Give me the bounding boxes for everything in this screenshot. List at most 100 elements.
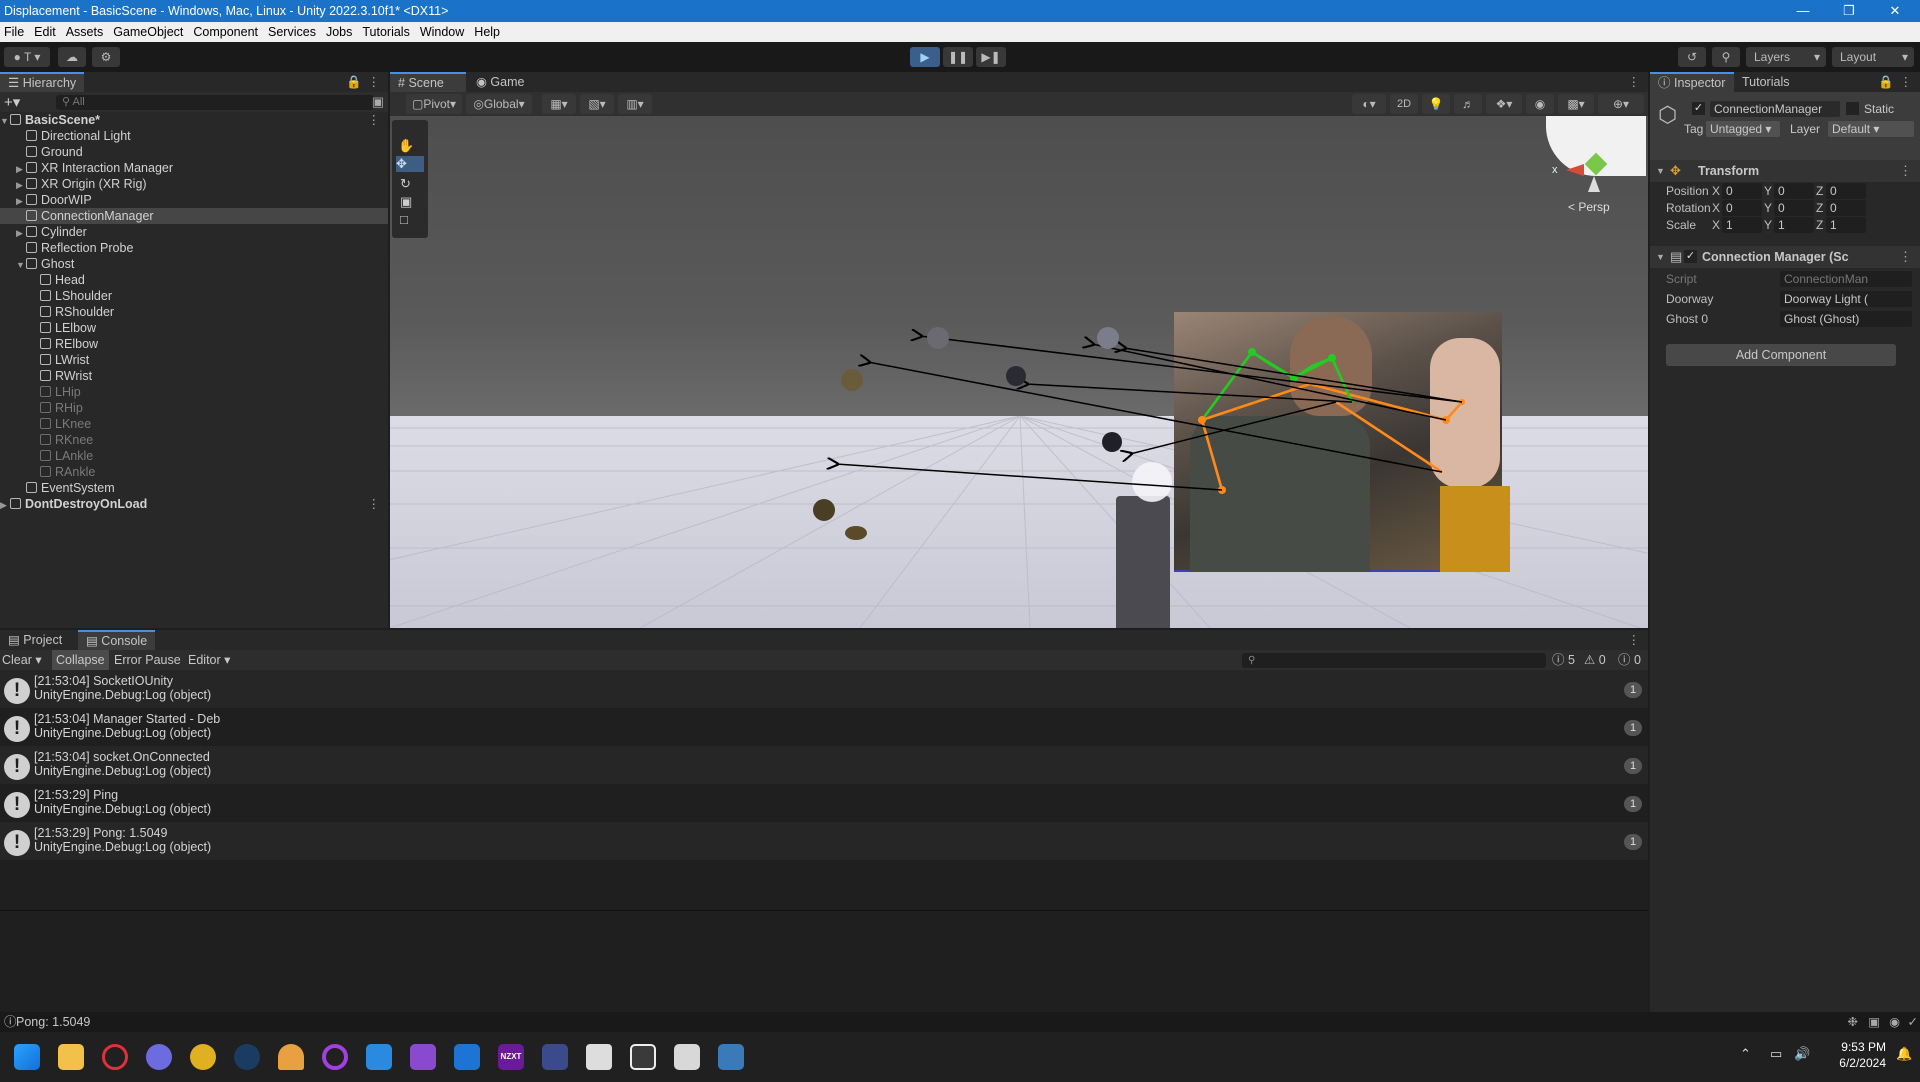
visual-studio-icon[interactable] — [410, 1044, 436, 1070]
camera-icon[interactable]: ▩▾ — [1558, 94, 1594, 114]
hierarchy-row[interactable]: LHip — [0, 384, 388, 400]
hierarchy-row[interactable]: Ground — [0, 144, 388, 160]
console-log-entry[interactable]: ! [21:53:04] socket.OnConnected UnityEngin… — [0, 746, 1648, 784]
add-icon[interactable]: +▾ — [4, 93, 20, 111]
snap-increment-icon[interactable]: ▥▾ — [618, 94, 652, 114]
transform-header[interactable]: ▼ ✥ Transform ⋮ — [1650, 160, 1920, 182]
cloud-icon[interactable]: ☁ — [58, 47, 86, 67]
expand-arrow-icon[interactable]: ▼ — [0, 113, 10, 129]
menu-jobs[interactable]: Jobs — [322, 22, 358, 42]
clock-time[interactable]: 9:53 PM — [1834, 1040, 1886, 1054]
hierarchy-row[interactable]: Directional Light — [0, 128, 388, 144]
error-count-toggle[interactable]: ⓘ 0 — [1618, 650, 1641, 670]
transform-rotation-z-field[interactable]: 0 — [1826, 200, 1866, 216]
editor-dropdown[interactable]: Editor ▾ — [188, 650, 230, 670]
maximize-icon[interactable]: ❐ — [1826, 0, 1872, 22]
scene-more-icon[interactable]: ⋮ — [1628, 72, 1641, 92]
progress-icon[interactable]: ◉ — [1889, 1012, 1900, 1032]
hierarchy-row[interactable]: RAnkle — [0, 464, 388, 480]
check-icon[interactable]: ✓ — [1908, 1012, 1918, 1032]
file-explorer-icon[interactable] — [58, 1044, 84, 1070]
tag-dropdown[interactable]: Untagged ▾ — [1706, 121, 1780, 137]
active-checkbox[interactable]: ✓ — [1692, 102, 1705, 115]
expand-arrow-icon[interactable]: ▶ — [16, 161, 26, 177]
transform-scale-x-field[interactable]: 1 — [1722, 217, 1762, 233]
expand-arrow-icon[interactable]: ▶ — [16, 177, 26, 193]
tab-hierarchy[interactable]: ☰ Hierarchy — [0, 72, 85, 92]
tab-project[interactable]: ▤ Project — [0, 630, 70, 650]
component-menu-icon[interactable]: ⋮ — [1899, 246, 1912, 268]
close-icon[interactable]: ✕ — [1872, 0, 1918, 22]
visibility-icon[interactable]: ◉ — [1526, 94, 1554, 114]
inspector-more-icon[interactable]: ⋮ — [1900, 72, 1913, 92]
component-header[interactable]: ▼ ▤ ✓ Connection Manager (Sc ⋮ — [1650, 246, 1920, 268]
scene-menu-icon[interactable]: ⋮ — [368, 496, 381, 512]
hierarchy-row[interactable]: LShoulder — [0, 288, 388, 304]
transform-position-y-field[interactable]: 0 — [1774, 183, 1814, 199]
transform-position-x-field[interactable]: 0 — [1722, 183, 1762, 199]
tray-chevron-icon[interactable]: ⌃ — [1740, 1046, 1751, 1062]
component-fold-icon[interactable]: ▼ — [1656, 246, 1665, 268]
hierarchy-row[interactable]: LWrist — [0, 352, 388, 368]
paint-icon[interactable] — [674, 1044, 700, 1070]
hierarchy-row[interactable]: ▶ DoorWIP — [0, 192, 388, 208]
step-button[interactable]: ▶❚ — [976, 47, 1006, 67]
hierarchy-row[interactable]: EventSystem — [0, 480, 388, 496]
bug-icon[interactable]: ❉ — [1848, 1012, 1858, 1032]
menu-assets[interactable]: Assets — [62, 22, 110, 42]
tab-game[interactable]: ◉ Game — [468, 72, 532, 92]
start-icon[interactable] — [14, 1044, 40, 1070]
play-button[interactable]: ▶ — [910, 47, 940, 67]
menu-gameobject[interactable]: GameObject — [109, 22, 189, 42]
cache-icon[interactable]: ▣ — [1868, 1012, 1880, 1032]
python-icon[interactable] — [718, 1044, 744, 1070]
tab-tutorials[interactable]: Tutorials — [1734, 72, 1797, 92]
display-icon[interactable]: ▭ — [1770, 1046, 1782, 1062]
hierarchy-row[interactable]: RWrist — [0, 368, 388, 384]
gizmos-icon[interactable]: ⊕▾ — [1598, 94, 1644, 114]
history-icon[interactable]: ↺ — [1678, 47, 1706, 67]
expand-arrow-icon[interactable]: ▶ — [0, 497, 10, 513]
component-object-field[interactable]: Doorway Light ( — [1780, 291, 1912, 307]
hierarchy-row[interactable]: LElbow — [0, 320, 388, 336]
tab-console[interactable]: ▤ Console — [78, 630, 156, 650]
console-log-entry[interactable]: ! [21:53:29] Ping UnityEngine.Debug:Log (o… — [0, 784, 1648, 822]
static-checkbox[interactable] — [1846, 102, 1859, 115]
outlook-icon[interactable] — [454, 1044, 480, 1070]
expand-arrow-icon[interactable]: ▶ — [16, 193, 26, 209]
circle-app-icon[interactable] — [322, 1044, 348, 1070]
network-app-icon[interactable] — [542, 1044, 568, 1070]
transform-position-z-field[interactable]: 0 — [1826, 183, 1866, 199]
console-search-input[interactable]: ⚲ — [1242, 653, 1546, 668]
hierarchy-row[interactable]: ▶ DontDestroyOnLoad ⋮ — [0, 496, 388, 512]
transform-scale-y-field[interactable]: 1 — [1774, 217, 1814, 233]
collapse-toggle[interactable]: Collapse — [52, 650, 109, 670]
grid-icon[interactable]: ▧▾ — [580, 94, 614, 114]
transform-fold-icon[interactable]: ▼ — [1656, 160, 1665, 182]
clear-button[interactable]: Clear ▾ — [2, 650, 42, 670]
collab-icon[interactable]: ⚙ — [92, 47, 120, 67]
menu-component[interactable]: Component — [189, 22, 264, 42]
scene-picker-icon[interactable]: ▣ — [372, 94, 384, 110]
hierarchy-row[interactable]: RKnee — [0, 432, 388, 448]
console-log-entry[interactable]: ! [21:53:04] SocketIOUnity UnityEngine.Deb… — [0, 670, 1648, 708]
console-more-icon[interactable]: ⋮ — [1628, 630, 1641, 650]
tab-inspector[interactable]: ⓘ Inspector — [1650, 72, 1734, 92]
console-log-entry[interactable]: ! [21:53:29] Pong: 1.5049 UnityEngine.Debu… — [0, 822, 1648, 860]
discord-icon[interactable] — [146, 1044, 172, 1070]
lighting-icon[interactable]: 💡 — [1422, 94, 1450, 114]
pivot-toggle[interactable]: ▢Pivot▾ — [406, 94, 462, 114]
transform-menu-icon[interactable]: ⋮ — [1899, 160, 1912, 182]
component-object-field[interactable]: Ghost (Ghost) — [1780, 311, 1912, 327]
volume-icon[interactable]: 🔊 — [1794, 1046, 1810, 1062]
menu-services[interactable]: Services — [264, 22, 322, 42]
transform-rotation-x-field[interactable]: 0 — [1722, 200, 1762, 216]
status-message[interactable]: Pong: 1.5049 — [16, 1012, 90, 1032]
opera-icon[interactable] — [102, 1044, 128, 1070]
scene-viewport[interactable]: ✋ ✥ ↻ ▣ □ x < Persp — [390, 116, 1648, 628]
account-button[interactable]: ● T ▾ — [4, 47, 50, 67]
hierarchy-search-input[interactable]: ⚲ All — [56, 95, 374, 110]
audio-icon[interactable]: ♬ — [1454, 94, 1482, 114]
expand-arrow-icon[interactable]: ▼ — [16, 257, 26, 273]
transform-scale-z-field[interactable]: 1 — [1826, 217, 1866, 233]
